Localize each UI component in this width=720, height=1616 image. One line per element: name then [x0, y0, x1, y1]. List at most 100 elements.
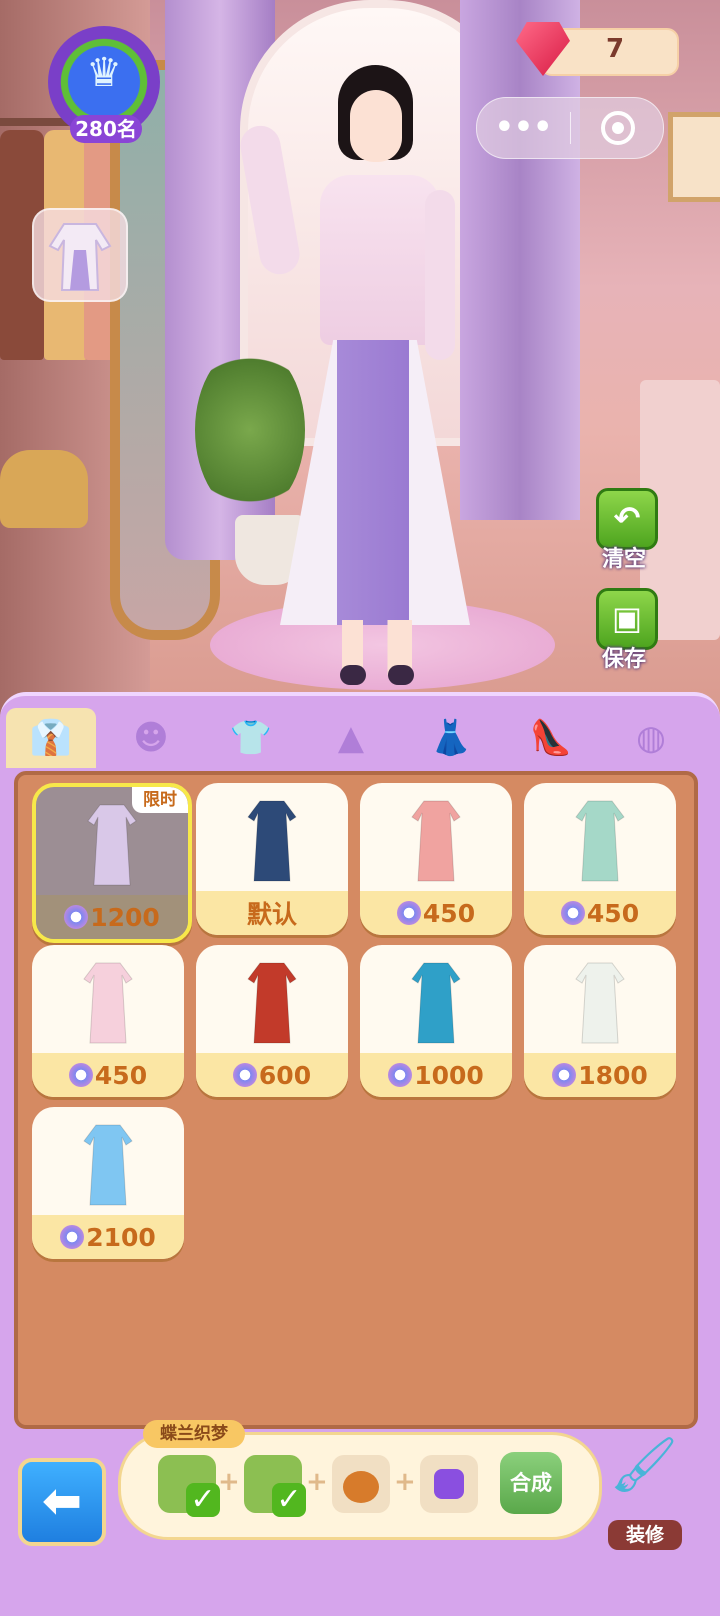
price-row: 450 [524, 891, 676, 935]
material-slot-basket[interactable] [332, 1455, 390, 1513]
price-label: 600 [258, 1060, 312, 1090]
outfit-icon [82, 1121, 134, 1207]
avatar-arm [425, 190, 455, 360]
price-row: 2100 [32, 1215, 184, 1259]
coin-icon [560, 901, 585, 925]
accessory-icon: ◍ [636, 718, 666, 758]
material-slot-machine[interactable] [420, 1455, 478, 1513]
handbag [0, 450, 88, 528]
back-button[interactable]: ⬅ [18, 1458, 106, 1546]
hanfu-icon [48, 223, 112, 291]
crown-icon: ♛ [86, 50, 122, 96]
coin-icon [64, 905, 89, 929]
avatar-skirt [280, 340, 470, 625]
save-disk-icon: ▣ [611, 599, 643, 637]
close-target-icon[interactable] [601, 111, 635, 145]
outfit-icon [246, 959, 298, 1045]
avatar-character[interactable] [237, 65, 480, 685]
outfit-icon [574, 959, 626, 1045]
material-slot-bag[interactable]: ✓ [158, 1455, 220, 1517]
outfit-card[interactable]: 1000 [360, 945, 512, 1097]
plus-sign: + [394, 1467, 416, 1497]
tab-suit[interactable]: 👔 [6, 708, 96, 768]
heel-icon: 👠 [529, 718, 573, 758]
paint-roller-icon[interactable]: 🖌 [604, 1430, 684, 1500]
tab-dress[interactable]: 👗 [406, 708, 496, 768]
wall-picture [668, 112, 720, 202]
dress-icon: 👗 [429, 718, 473, 758]
coin-icon [552, 1063, 577, 1087]
price-row: 1800 [524, 1053, 676, 1097]
price-label: 450 [422, 898, 476, 928]
material-slot-fabric[interactable]: ✓ [244, 1455, 306, 1517]
outfit-card[interactable]: 600 [196, 945, 348, 1097]
clear-label: 清空 [601, 547, 646, 572]
outfit-icon [410, 959, 462, 1045]
capsule-divider [570, 112, 571, 144]
outfit-icon [246, 797, 298, 883]
check-icon: ✓ [272, 1483, 306, 1517]
coin-icon [232, 1063, 257, 1087]
price-label: 1800 [578, 1060, 648, 1090]
tab-accessory[interactable]: ◍ [606, 708, 696, 768]
price-label: 1000 [414, 1060, 484, 1090]
check-icon: ✓ [186, 1483, 220, 1517]
outfit-card[interactable]: 450 [524, 783, 676, 935]
outfit-icon [82, 959, 134, 1045]
decorate-button[interactable]: 装修 [608, 1520, 682, 1550]
coin-icon [396, 901, 421, 925]
price-row: 450 [32, 1053, 184, 1097]
craft-button[interactable]: 合成 [500, 1452, 562, 1514]
arrow-left-icon: ⬅ [41, 1473, 83, 1529]
avatar-top [320, 175, 440, 345]
price-label: 1200 [90, 902, 160, 932]
coin-icon [68, 1063, 93, 1087]
price-label: 450 [94, 1060, 148, 1090]
hair-icon: ☻ [133, 718, 169, 758]
outfit-card[interactable]: 2100 [32, 1107, 184, 1259]
coin-icon [388, 1063, 413, 1087]
category-tabs: 👔 ☻ 👕 ▲ 👗 👠 ◍ [6, 708, 720, 768]
suit-icon: 👔 [29, 718, 73, 758]
tab-skirt[interactable]: ▲ [306, 708, 396, 768]
rank-label: 280名 [70, 115, 142, 143]
plus-sign: + [306, 1467, 328, 1497]
sewing-machine-icon [434, 1469, 464, 1499]
price-label: 450 [586, 898, 640, 928]
price-row: 450 [360, 891, 512, 935]
save-label: 保存 [601, 647, 646, 672]
avatar-shoe [340, 665, 366, 685]
shirt-icon: 👕 [229, 718, 273, 758]
outfit-icon [574, 797, 626, 883]
basket-icon [343, 1471, 379, 1503]
current-outfit-thumbnail[interactable] [32, 208, 128, 302]
outfit-icon [86, 801, 138, 887]
outfit-icon [410, 797, 462, 883]
price-row: 1000 [360, 1053, 512, 1097]
gem-count: 7 [605, 34, 625, 64]
outfit-card[interactable]: 1800 [524, 945, 676, 1097]
price-row: 600 [196, 1053, 348, 1097]
avatar-face [350, 90, 402, 162]
avatar-shoe [388, 665, 414, 685]
price-label: 默认 [246, 900, 297, 929]
miniprogram-capsule: ••• [476, 97, 664, 159]
recipe-title: 蝶兰织梦 [143, 1420, 245, 1448]
coin-icon [60, 1225, 85, 1249]
price-row: 1200 [36, 895, 188, 939]
skirt-icon: ▲ [337, 718, 365, 758]
more-menu-button[interactable]: ••• [477, 98, 570, 158]
item-grid: 限时 1200 默认 450 450 450 600 1000 1800 2100 [14, 771, 698, 1429]
outfit-card[interactable]: 450 [360, 783, 512, 935]
limited-tag: 限时 [132, 787, 188, 813]
plus-sign: + [218, 1467, 240, 1497]
tab-hair[interactable]: ☻ [106, 708, 196, 768]
price-row: 默认 [196, 891, 348, 935]
outfit-card[interactable]: 默认 [196, 783, 348, 935]
tab-heel[interactable]: 👠 [506, 708, 596, 768]
tab-shirt[interactable]: 👕 [206, 708, 296, 768]
outfit-card[interactable]: 450 [32, 945, 184, 1097]
undo-icon: ↶ [613, 499, 641, 537]
price-label: 2100 [86, 1222, 156, 1252]
outfit-card[interactable]: 限时 1200 [32, 783, 192, 943]
